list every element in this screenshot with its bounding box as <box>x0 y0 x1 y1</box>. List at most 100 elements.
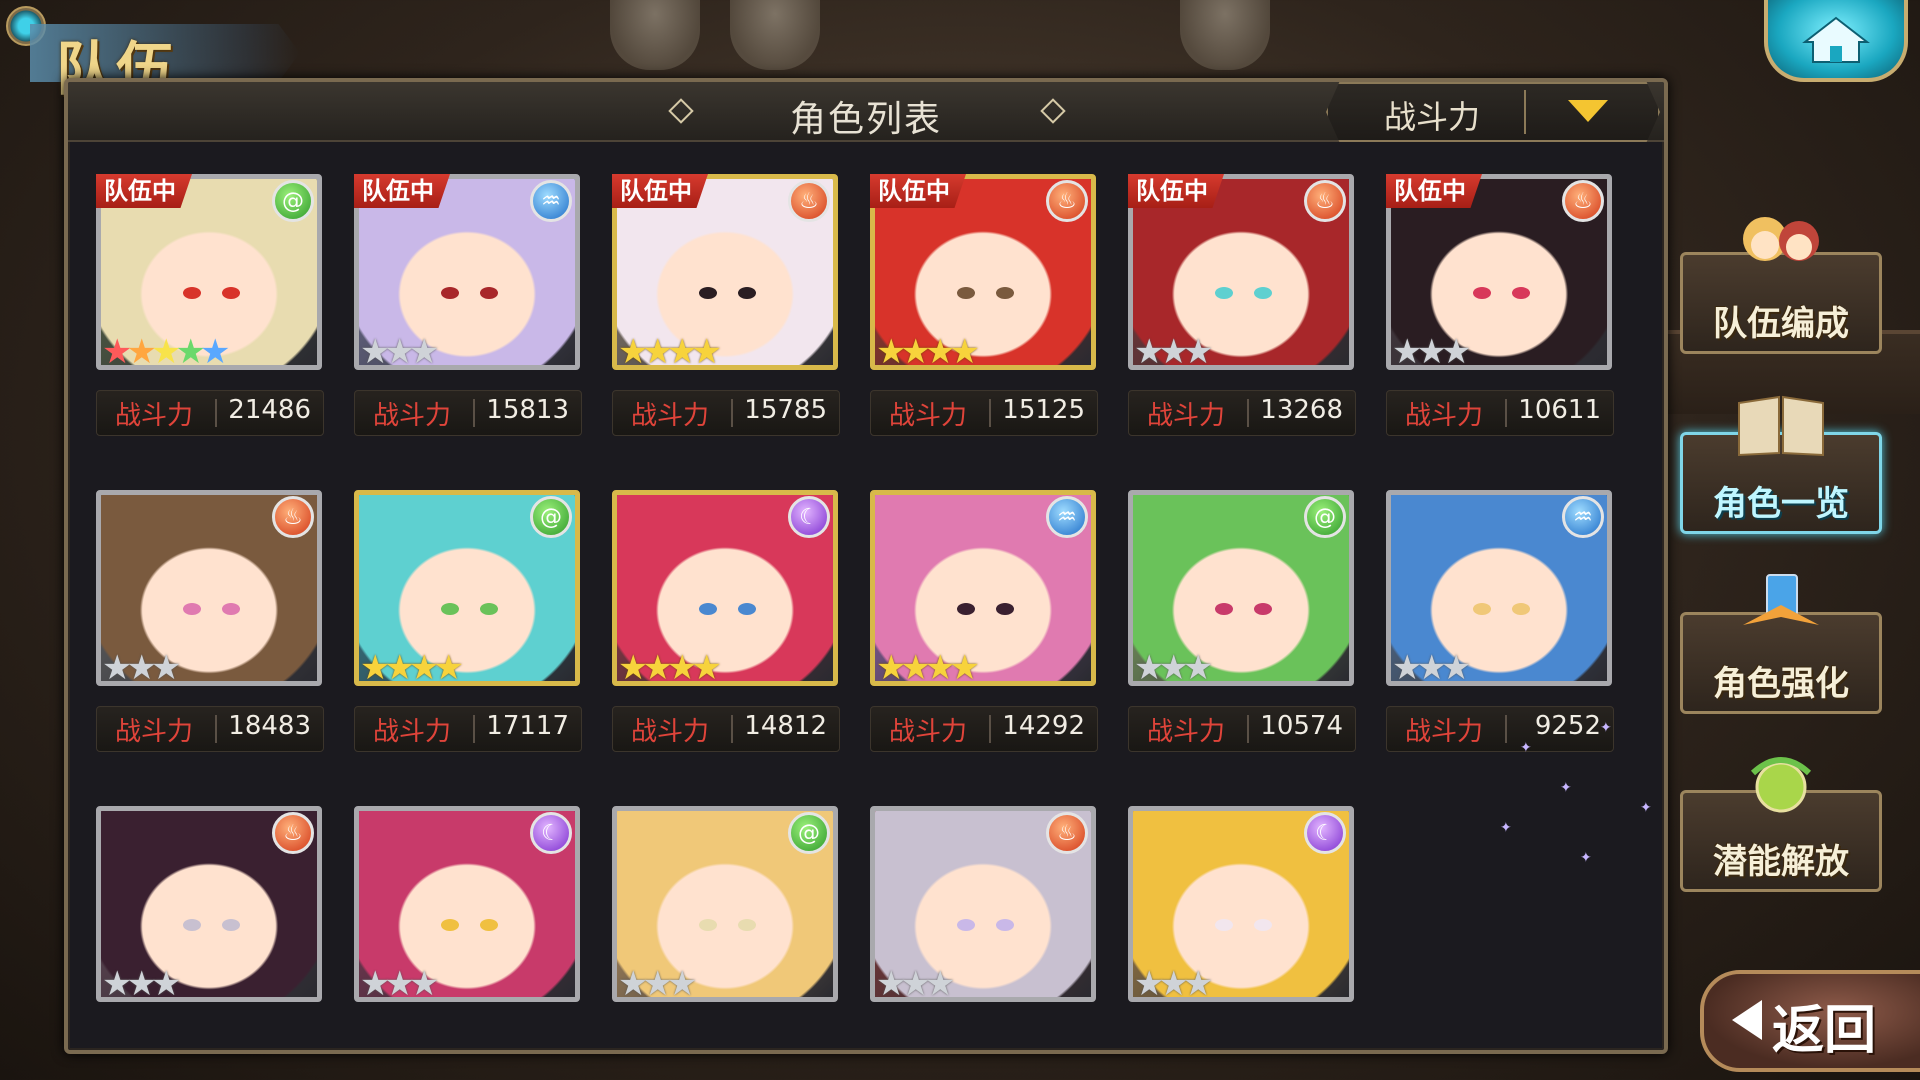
power-label: 战斗力 <box>373 401 452 431</box>
back-button[interactable]: 返回 <box>1700 970 1920 1072</box>
eye-detail <box>957 919 976 931</box>
star-icon: ★ <box>642 332 673 372</box>
arrow-left-icon <box>1732 1000 1762 1040</box>
star-icon: ★ <box>150 332 182 372</box>
wind-element-icon: @ <box>530 496 572 538</box>
character-card[interactable]: @ ★★★ <box>612 806 838 1006</box>
eye-detail <box>1253 603 1272 615</box>
rarity-stars: ★★★ <box>360 964 440 1004</box>
star-icon: ★ <box>1392 648 1423 688</box>
dark-element-icon: ☾ <box>788 496 830 538</box>
star-icon: ★ <box>618 648 649 688</box>
eye-detail <box>479 919 498 931</box>
power-bar: 战斗力 18483 <box>96 706 324 752</box>
orb-icon <box>1750 757 1812 813</box>
home-icon <box>1802 16 1870 63</box>
rarity-stars: ★★★ <box>102 964 182 1004</box>
character-card[interactable]: 队伍中 ♨ ★★★★ 战斗力 15785 <box>612 174 840 436</box>
power-bar: 战斗力 15785 <box>612 390 840 436</box>
sort-label: 战斗力 <box>1384 98 1481 136</box>
back-label: 返回 <box>1772 1001 1877 1061</box>
rarity-stars: ★★★ <box>1134 332 1214 372</box>
lamp-decoration <box>730 0 820 70</box>
character-card[interactable]: ♒ ★★★★ 战斗力 14292 <box>870 490 1098 752</box>
eye-detail <box>1253 287 1272 299</box>
star-icon: ★ <box>1416 332 1447 372</box>
character-list-label: 角色一览 <box>1713 484 1849 524</box>
star-icon: ★ <box>1134 648 1165 688</box>
character-card[interactable]: 队伍中 @ ★★★★★ 战斗力 21486 <box>96 174 324 436</box>
eye-detail <box>183 287 202 299</box>
power-value: 14812 <box>744 711 827 741</box>
in-team-badge: 队伍中 <box>612 174 708 208</box>
power-label: 战斗力 <box>631 717 710 747</box>
character-card[interactable]: 队伍中 ♨ ★★★ 战斗力 13268 <box>1128 174 1356 436</box>
star-icon: ★ <box>433 648 464 688</box>
power-value: 15125 <box>1002 395 1085 425</box>
team-members-icon <box>1743 217 1819 261</box>
power-divider <box>473 715 475 743</box>
star-icon: ★ <box>1158 332 1189 372</box>
character-card[interactable]: 队伍中 ♨ ★★★★ 战斗力 15125 <box>870 174 1098 436</box>
character-card[interactable]: ♒ ★★★ 战斗力 9252 <box>1386 490 1614 752</box>
character-card[interactable]: @ ★★★★ 战斗力 17117 <box>354 490 582 752</box>
character-list-button[interactable]: 角色一览 <box>1680 395 1882 534</box>
star-icon: ★ <box>102 332 133 372</box>
star-icon: ★ <box>360 648 391 688</box>
power-divider <box>473 399 475 427</box>
character-card[interactable]: 队伍中 ♨ ★★★ 战斗力 10611 <box>1386 174 1614 436</box>
character-card[interactable]: ♨ ★★★ <box>96 806 322 1006</box>
rarity-stars: ★★★ <box>1392 332 1472 372</box>
power-value: 10611 <box>1518 395 1601 425</box>
power-value: 9252 <box>1534 711 1601 741</box>
star-icon: ★ <box>666 332 698 372</box>
power-bar: 战斗力 10574 <box>1128 706 1356 752</box>
star-icon: ★ <box>949 648 980 688</box>
star-icon: ★ <box>691 332 722 372</box>
power-bar: 战斗力 9252 <box>1386 706 1614 752</box>
rarity-stars: ★★★★ <box>618 648 722 688</box>
potential-unlock-button[interactable]: 潜能解放 <box>1680 757 1882 892</box>
character-card[interactable]: 队伍中 ♒ ★★★ 战斗力 15813 <box>354 174 582 436</box>
power-label: 战斗力 <box>115 401 194 431</box>
sort-dropdown[interactable]: 战斗力 <box>1326 82 1660 142</box>
star-icon: ★ <box>949 332 980 372</box>
star-icon: ★ <box>1158 964 1189 1004</box>
star-icon: ★ <box>199 332 231 372</box>
eye-detail <box>1215 287 1234 299</box>
character-card[interactable]: ♨ ★★★ 战斗力 18483 <box>96 490 324 752</box>
eye-detail <box>737 919 756 931</box>
character-card[interactable]: ☾ ★★★★ 战斗力 14812 <box>612 490 840 752</box>
rarity-stars: ★★★ <box>1392 648 1472 688</box>
rarity-stars: ★★★ <box>360 332 440 372</box>
dark-element-icon: ☾ <box>530 812 572 854</box>
power-bar: 战斗力 15813 <box>354 390 582 436</box>
character-enhance-button[interactable]: 角色强化 <box>1680 574 1882 714</box>
star-icon: ★ <box>102 964 133 1004</box>
power-label: 战斗力 <box>1405 401 1484 431</box>
character-card[interactable]: ♨ ★★★ <box>870 806 1096 1006</box>
home-button[interactable] <box>1764 0 1908 82</box>
star-icon: ★ <box>150 648 182 688</box>
fire-element-icon: ♨ <box>1046 180 1088 222</box>
star-icon: ★ <box>1182 648 1214 688</box>
power-value: 15813 <box>486 395 569 425</box>
character-card[interactable]: ☾ ★★★ <box>354 806 580 1006</box>
sparkle-decoration: ✦ <box>1560 780 1572 796</box>
triangle-down-icon[interactable] <box>1568 100 1608 122</box>
star-icon: ★ <box>618 964 649 1004</box>
star-icon: ★ <box>1392 332 1423 372</box>
rarity-stars: ★★★★ <box>876 332 980 372</box>
power-bar: 战斗力 15125 <box>870 390 1098 436</box>
star-icon: ★ <box>691 648 722 688</box>
in-team-badge: 队伍中 <box>870 174 966 208</box>
star-icon: ★ <box>408 332 440 372</box>
character-list-panel: 角色列表 战斗力 队伍中 @ ★★★★★ 战斗力 21486 队伍中 ♒ ★★★ 战斗力 1581… <box>64 78 1668 1054</box>
power-divider <box>1505 399 1507 427</box>
character-card[interactable]: ☾ ★★★ <box>1128 806 1354 1006</box>
eye-detail <box>699 919 718 931</box>
team-edit-button[interactable]: 队伍编成 <box>1680 217 1882 354</box>
star-icon: ★ <box>150 964 182 1004</box>
character-card[interactable]: @ ★★★ 战斗力 10574 <box>1128 490 1356 752</box>
star-icon: ★ <box>642 648 673 688</box>
